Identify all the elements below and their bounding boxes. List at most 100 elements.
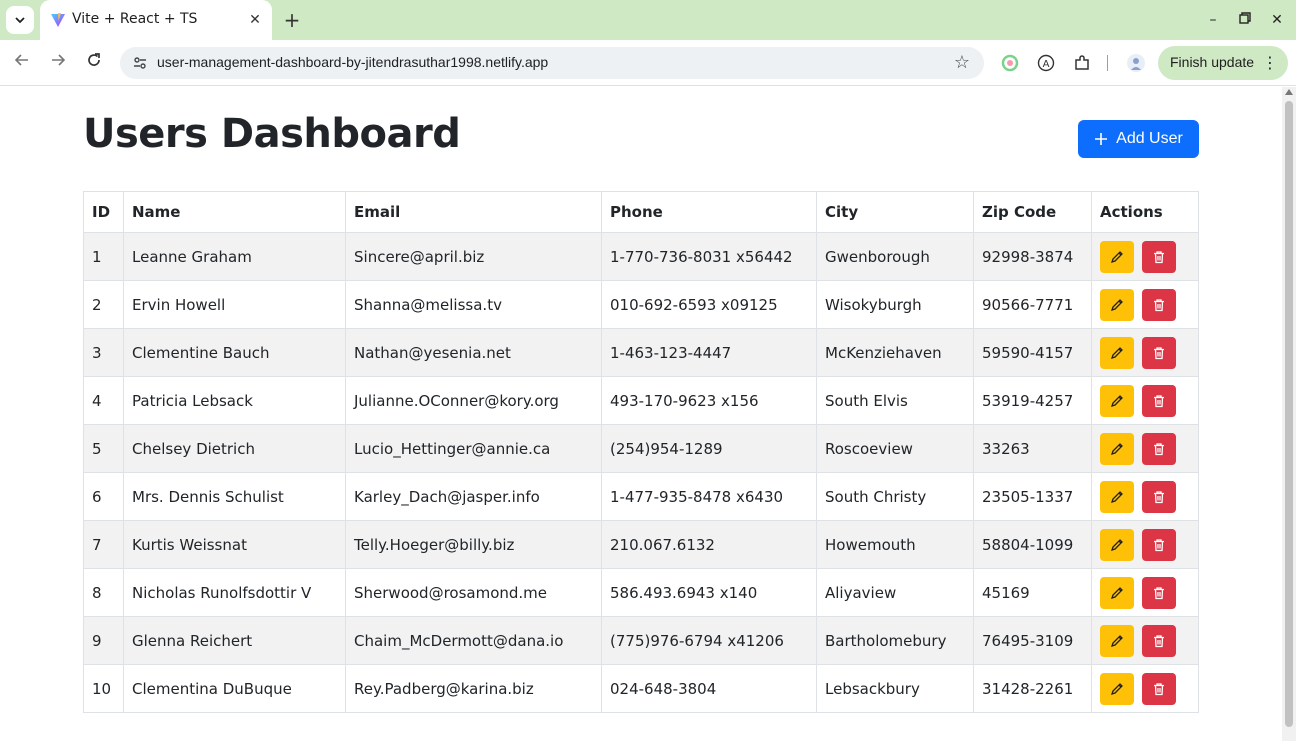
table-row: 9 Glenna Reichert Chaim_McDermott@dana.io(… (83, 616, 1199, 665)
cell-zip: 45169 (973, 568, 1092, 617)
table-row: 10 Clementina DuBuque Rey.Padberg@karina.b… (83, 664, 1199, 713)
trash-icon (1152, 586, 1166, 600)
trash-icon (1152, 538, 1166, 552)
delete-button[interactable] (1142, 624, 1176, 657)
edit-button[interactable] (1100, 480, 1134, 513)
cell-email: Lucio_Hettinger@annie.ca (345, 424, 602, 473)
delete-button[interactable] (1142, 672, 1176, 705)
edit-button[interactable] (1100, 576, 1134, 609)
back-arrow-icon[interactable] (10, 51, 34, 75)
cell-id: 1 (83, 232, 124, 281)
column-header-name: Name (123, 191, 346, 233)
restore-icon[interactable] (1235, 10, 1255, 30)
cell-phone: 586.493.6943 x140 (601, 568, 817, 617)
trash-icon (1152, 442, 1166, 456)
extension-a-icon[interactable]: A (1035, 52, 1057, 74)
tab-search-button[interactable] (6, 6, 34, 34)
cell-phone: (254)954-1289 (601, 424, 817, 473)
cell-city: Roscoeview (816, 424, 974, 473)
row-actions (1100, 624, 1190, 657)
edit-button[interactable] (1100, 336, 1134, 369)
svg-text:A: A (1043, 59, 1050, 70)
reload-icon[interactable] (82, 51, 106, 75)
cell-actions (1091, 568, 1199, 617)
pencil-icon (1110, 538, 1124, 552)
cell-zip: 90566-7771 (973, 280, 1092, 329)
browser-tab[interactable]: Vite + React + TS ✕ (40, 0, 272, 40)
site-settings-icon[interactable] (132, 55, 148, 71)
cell-email: Sincere@april.biz (345, 232, 602, 281)
delete-button[interactable] (1142, 240, 1176, 273)
toolbar-divider (1107, 55, 1108, 71)
edit-button[interactable] (1100, 672, 1134, 705)
delete-button[interactable] (1142, 384, 1176, 417)
finish-update-button[interactable]: Finish update ⋮ (1158, 46, 1288, 80)
more-options-icon[interactable]: ⋮ (1262, 53, 1278, 72)
cell-city: Howemouth (816, 520, 974, 569)
cell-email: Nathan@yesenia.net (345, 328, 602, 377)
row-actions (1100, 576, 1190, 609)
delete-button[interactable] (1142, 288, 1176, 321)
cell-email: Shanna@melissa.tv (345, 280, 602, 329)
cell-city: Bartholomebury (816, 616, 974, 665)
cell-email: Sherwood@rosamond.me (345, 568, 602, 617)
edit-button[interactable] (1100, 384, 1134, 417)
edit-button[interactable] (1100, 288, 1134, 321)
page-title: Users Dashboard (83, 111, 461, 157)
add-user-button[interactable]: Add User (1078, 120, 1199, 158)
pencil-icon (1110, 250, 1124, 264)
cell-id: 6 (83, 472, 124, 521)
cell-actions (1091, 520, 1199, 569)
delete-button[interactable] (1142, 336, 1176, 369)
new-tab-button[interactable]: + (280, 8, 304, 32)
profile-avatar-icon[interactable] (1125, 52, 1147, 74)
edit-button[interactable] (1100, 528, 1134, 561)
extension-color-icon[interactable] (999, 52, 1021, 74)
forward-arrow-icon[interactable] (46, 51, 70, 75)
delete-button[interactable] (1142, 528, 1176, 561)
cell-name: Leanne Graham (123, 232, 346, 281)
extensions-puzzle-icon[interactable] (1071, 52, 1093, 74)
minimize-icon[interactable]: – (1203, 10, 1223, 30)
scroll-up-arrow-icon[interactable] (1285, 89, 1293, 95)
address-bar[interactable]: user-management-dashboard-by-jitendrasut… (120, 47, 984, 79)
finish-update-label: Finish update (1170, 54, 1255, 70)
delete-button[interactable] (1142, 432, 1176, 465)
cell-phone: 010-692-6593 x09125 (601, 280, 817, 329)
cell-id: 5 (83, 424, 124, 473)
row-actions (1100, 672, 1190, 705)
cell-name: Chelsey Dietrich (123, 424, 346, 473)
scroll-thumb[interactable] (1285, 101, 1293, 727)
cell-actions (1091, 424, 1199, 473)
delete-button[interactable] (1142, 576, 1176, 609)
vertical-scrollbar[interactable] (1282, 87, 1296, 741)
add-user-label: Add User (1116, 130, 1183, 147)
cell-city: South Christy (816, 472, 974, 521)
cell-city: Gwenborough (816, 232, 974, 281)
cell-email: Rey.Padberg@karina.biz (345, 664, 602, 713)
chevron-down-icon (15, 17, 25, 24)
cell-city: McKenziehaven (816, 328, 974, 377)
pencil-icon (1110, 586, 1124, 600)
row-actions (1100, 480, 1190, 513)
cell-actions (1091, 232, 1199, 281)
cell-actions (1091, 328, 1199, 377)
cell-city: Wisokyburgh (816, 280, 974, 329)
cell-zip: 33263 (973, 424, 1092, 473)
column-header-city: City (816, 191, 974, 233)
cell-phone: 1-477-935-8478 x6430 (601, 472, 817, 521)
edit-button[interactable] (1100, 432, 1134, 465)
edit-button[interactable] (1100, 624, 1134, 657)
pencil-icon (1110, 346, 1124, 360)
bookmark-star-icon[interactable]: ☆ (954, 52, 970, 73)
tab-title: Vite + React + TS (72, 11, 198, 27)
close-icon[interactable]: ✕ (246, 11, 264, 29)
vite-logo-icon (51, 13, 65, 27)
delete-button[interactable] (1142, 480, 1176, 513)
edit-button[interactable] (1100, 240, 1134, 273)
cell-name: Patricia Lebsack (123, 376, 346, 425)
row-actions (1100, 432, 1190, 465)
cell-name: Mrs. Dennis Schulist (123, 472, 346, 521)
close-window-icon[interactable]: ✕ (1267, 10, 1287, 30)
cell-id: 9 (83, 616, 124, 665)
